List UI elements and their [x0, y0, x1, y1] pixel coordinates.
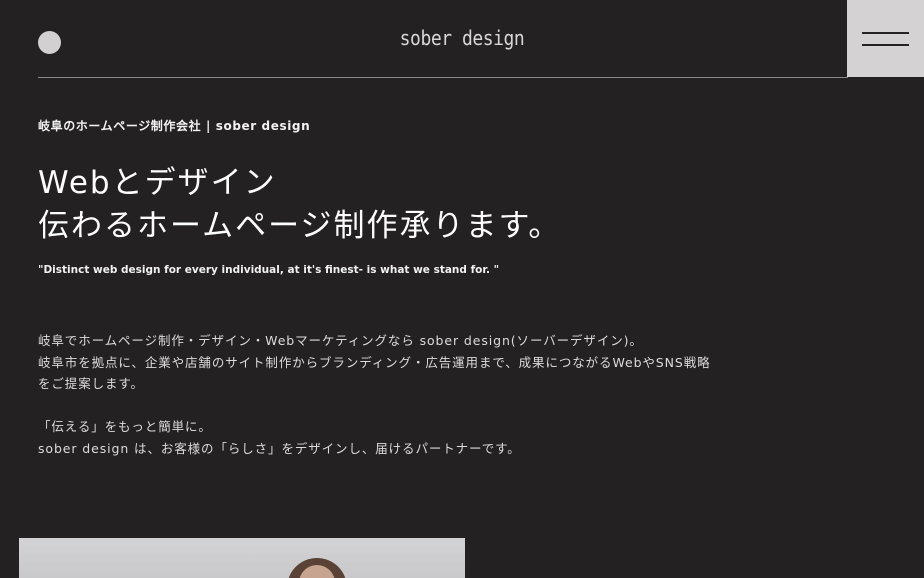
header-divider: [38, 77, 848, 78]
intro-line: sober design は、お客様の「らしさ」をデザインし、届けるパートナーで…: [38, 440, 521, 456]
menu-button[interactable]: [847, 0, 924, 77]
intro-line: 「伝える」をもっと簡単に。: [38, 419, 212, 434]
hero-tagline: "Distinct web design for every individua…: [38, 264, 500, 276]
hero-photo: [19, 538, 465, 578]
site-header: sober design: [0, 0, 924, 78]
site-logo[interactable]: sober design: [372, 26, 552, 50]
intro-text: 岐阜でホームページ制作・デザイン・Webマーケティングなら sober desi…: [38, 330, 711, 459]
circle-icon: [38, 31, 61, 54]
hero-headline-line1: Webとデザイン: [38, 165, 277, 201]
intro-line: 岐阜でホームページ制作・デザイン・Webマーケティングなら sober desi…: [38, 333, 643, 348]
hero-headline-line2: 伝わるホームページ制作承ります。: [38, 208, 562, 244]
intro-line: をご提案します。: [38, 376, 144, 391]
hamburger-menu-icon-bar: [862, 44, 909, 46]
intro-line: 岐阜市を拠点に、企業や店舗のサイト制作からブランディング・広告運用まで、成果につ…: [38, 354, 711, 370]
hamburger-menu-icon: [862, 32, 909, 34]
hero-eyebrow: 岐阜のホームページ制作会社 | sober design: [38, 119, 311, 133]
hero-headline: Webとデザイン 伝わるホームページ制作承ります。: [38, 162, 561, 248]
